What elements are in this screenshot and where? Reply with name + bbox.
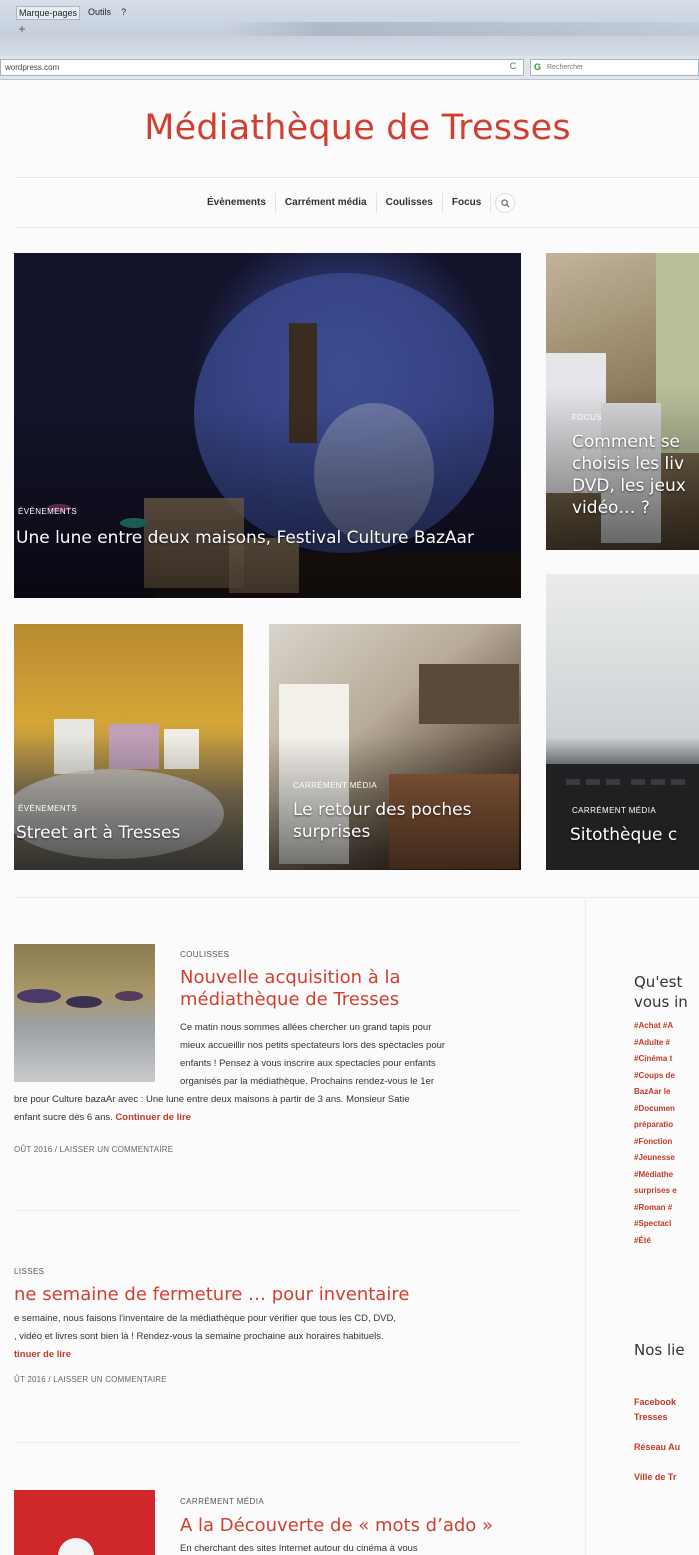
divider: [16, 1442, 521, 1443]
excerpt-line: enfants ! Pensez à vous inscrire aux spe…: [180, 1058, 436, 1069]
tag-link[interactable]: #Documen: [634, 1101, 699, 1118]
sidebar-link-facebook[interactable]: Facebook Tresses: [634, 1395, 676, 1425]
link-label[interactable]: Tresses: [634, 1410, 676, 1425]
excerpt-line: mieux accueillir nos petits spectateurs …: [180, 1040, 446, 1051]
column-divider: [585, 897, 586, 1555]
nav-carrement-media[interactable]: Carrément média: [276, 193, 377, 213]
tile-title[interactable]: Une lune entre deux maisons, Festival Cu…: [16, 527, 486, 549]
tab-area: [224, 22, 699, 36]
tag-link[interactable]: #Fonction: [634, 1134, 699, 1151]
tag-link[interactable]: #Jeunesse: [634, 1150, 699, 1167]
main-nav: Évènements Carrément média Coulisses Foc…: [198, 193, 516, 213]
browser-toolbar: Marque-pages Outils ? +: [0, 0, 699, 56]
tag-link[interactable]: #Médiathe: [634, 1167, 699, 1184]
post-title[interactable]: A la Découverte de « mots d’ado »: [180, 1515, 540, 1537]
new-tab-button[interactable]: +: [14, 22, 30, 36]
post-meta[interactable]: oût 2016 / Laisser un commentaire: [14, 1145, 173, 1154]
featured-tile[interactable]: Évènements Une lune entre deux maisons, …: [14, 253, 521, 598]
tag-link[interactable]: #Adulte #: [634, 1035, 699, 1052]
post-excerpt: En cherchant des sites Internet autour d…: [180, 1540, 540, 1555]
tile-category[interactable]: Focus: [572, 413, 602, 422]
widget-title-tags: Qu'est vous in: [634, 973, 688, 1011]
excerpt-line: En cherchant des sites Internet autour d…: [180, 1543, 418, 1554]
tile-title[interactable]: Street art à Tresses: [16, 822, 241, 844]
tile-category[interactable]: Évènements: [18, 804, 77, 813]
read-more-link[interactable]: tinuer de lire: [14, 1346, 534, 1364]
tile-category[interactable]: Carrément média: [572, 806, 656, 815]
tile-shade: [14, 734, 243, 870]
tab-strip: +: [14, 18, 699, 40]
post-excerpt: bre pour Culture bazaAr avec : Une lune …: [14, 1091, 534, 1127]
browser-search-input[interactable]: G Rechercher: [530, 59, 699, 76]
search-engine-icon: G: [534, 62, 542, 72]
tile-category[interactable]: Évènements: [18, 507, 77, 516]
excerpt-line: enfant sucre dès 6 ans. Continuer de lir…: [14, 1109, 534, 1127]
tile-title[interactable]: Comment se choisis les liv DVD, les jeux…: [572, 431, 699, 519]
nav-coulisses[interactable]: Coulisses: [377, 193, 443, 213]
excerpt-line: Ce matin nous sommes allées chercher un …: [180, 1022, 432, 1033]
featured-tile[interactable]: Carrément média Le retour des poches sur…: [269, 624, 521, 870]
tag-link[interactable]: BazAar le: [634, 1084, 699, 1101]
tile-category[interactable]: Carrément média: [293, 781, 377, 790]
sidebar-link-ville[interactable]: Ville de Tr: [634, 1470, 676, 1485]
logo-photo: [58, 1538, 94, 1555]
post-excerpt: e semaine, nous faisons l'inventaire de …: [14, 1310, 534, 1364]
url-input[interactable]: wordpress.com: [0, 59, 524, 76]
featured-tile[interactable]: Focus Comment se choisis les liv DVD, le…: [546, 253, 699, 550]
tile-title[interactable]: Le retour des poches surprises: [293, 799, 493, 843]
post-category[interactable]: lisses: [14, 1267, 44, 1276]
post-excerpt: Ce matin nous sommes allées chercher un …: [180, 1019, 540, 1091]
nav-focus[interactable]: Focus: [443, 193, 492, 213]
reload-icon[interactable]: C: [504, 59, 522, 76]
tag-link[interactable]: #Achat #A: [634, 1018, 699, 1035]
widget-title-links: Nos lie: [634, 1341, 685, 1359]
divider: [16, 1210, 521, 1211]
excerpt-line: bre pour Culture bazaAr avec : Une lune …: [14, 1094, 410, 1105]
post-meta[interactable]: ût 2016 / Laisser un commentaire: [14, 1375, 167, 1384]
tag-link[interactable]: #Été: [634, 1233, 699, 1250]
excerpt-line: , vidéo et livres sont bien là ! Rendez-…: [14, 1331, 384, 1342]
tile-shade: [14, 408, 521, 598]
post-thumbnail[interactable]: [14, 1490, 155, 1555]
tag-link[interactable]: #Spectacl: [634, 1216, 699, 1233]
sidebar-link-reseau[interactable]: Réseau Au: [634, 1440, 680, 1455]
featured-tile[interactable]: Carrément média Sitothèque c: [546, 574, 699, 870]
tag-cloud: #Achat #A #Adulte # #Cinéma t #Coups de …: [634, 1018, 699, 1249]
link-label[interactable]: Facebook: [634, 1395, 676, 1410]
post-title[interactable]: ne semaine de fermeture … pour inventair…: [14, 1284, 534, 1306]
tag-link[interactable]: préparatio: [634, 1117, 699, 1134]
divider: [16, 177, 699, 178]
divider: [16, 897, 699, 898]
post-category[interactable]: Carrément média: [180, 1497, 264, 1506]
tag-link[interactable]: #Coups de: [634, 1068, 699, 1085]
post-category[interactable]: Coulisses: [180, 950, 229, 959]
room-photo: [17, 989, 143, 1008]
tile-title[interactable]: Sitothèque c: [570, 824, 699, 846]
post-title[interactable]: Nouvelle acquisition à la médiathèque de…: [180, 967, 510, 1011]
read-more-link[interactable]: Continuer de lire: [115, 1112, 190, 1123]
navigation-bar: wordpress.com C G Rechercher: [0, 56, 699, 80]
tag-link[interactable]: #Roman #: [634, 1200, 699, 1217]
post-thumbnail[interactable]: [14, 944, 155, 1082]
search-icon[interactable]: [495, 193, 516, 213]
featured-tile[interactable]: Évènements Street art à Tresses: [14, 624, 243, 870]
site-title[interactable]: Médiathèque de Tresses: [0, 108, 699, 148]
nav-evenements[interactable]: Évènements: [198, 193, 276, 213]
excerpt-line: e semaine, nous faisons l'inventaire de …: [14, 1313, 397, 1324]
browser-search-placeholder: Rechercher: [547, 64, 584, 71]
tag-link[interactable]: surprises e: [634, 1183, 699, 1200]
excerpt-line-text: enfant sucre dès 6 ans.: [14, 1112, 113, 1123]
tag-link[interactable]: #Cinéma t: [634, 1051, 699, 1068]
divider: [16, 227, 699, 228]
excerpt-line: organisés par la médiathèque. Prochains …: [180, 1076, 435, 1087]
